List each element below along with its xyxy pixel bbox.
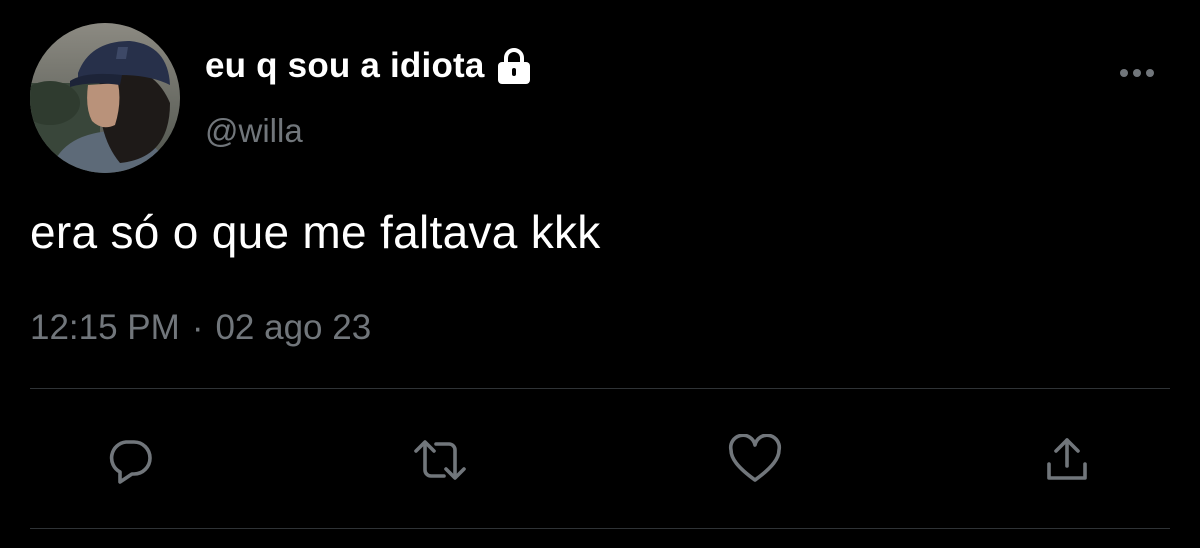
like-button[interactable] <box>725 430 785 490</box>
retweet-button[interactable] <box>410 430 470 490</box>
share-icon <box>1047 438 1087 480</box>
display-name[interactable]: eu q sou a idiota <box>205 46 485 86</box>
heart-icon <box>728 434 782 482</box>
lock-icon <box>495 46 533 86</box>
more-icon <box>1120 69 1154 77</box>
tweet-date: 02 ago 23 <box>215 308 372 347</box>
avatar-photo <box>30 23 180 173</box>
avatar[interactable] <box>30 23 180 173</box>
divider <box>30 388 1170 389</box>
reply-icon <box>109 440 152 484</box>
display-name-row: eu q sou a idiota <box>205 44 533 88</box>
tweet-text: era só o que me faltava kkk <box>30 206 601 258</box>
share-button[interactable] <box>1037 430 1097 490</box>
retweet-icon <box>414 440 466 480</box>
divider <box>30 528 1170 529</box>
tweet-card: eu q sou a idiota @willa era só o que me… <box>0 0 1200 548</box>
timestamp-separator: · <box>191 308 204 347</box>
tweet-timestamp[interactable]: 12:15 PM · 02 ago 23 <box>30 308 371 348</box>
reply-button[interactable] <box>100 430 160 490</box>
more-options-button[interactable] <box>1112 58 1162 88</box>
user-handle[interactable]: @willa <box>205 112 303 150</box>
tweet-time: 12:15 PM <box>30 308 180 347</box>
